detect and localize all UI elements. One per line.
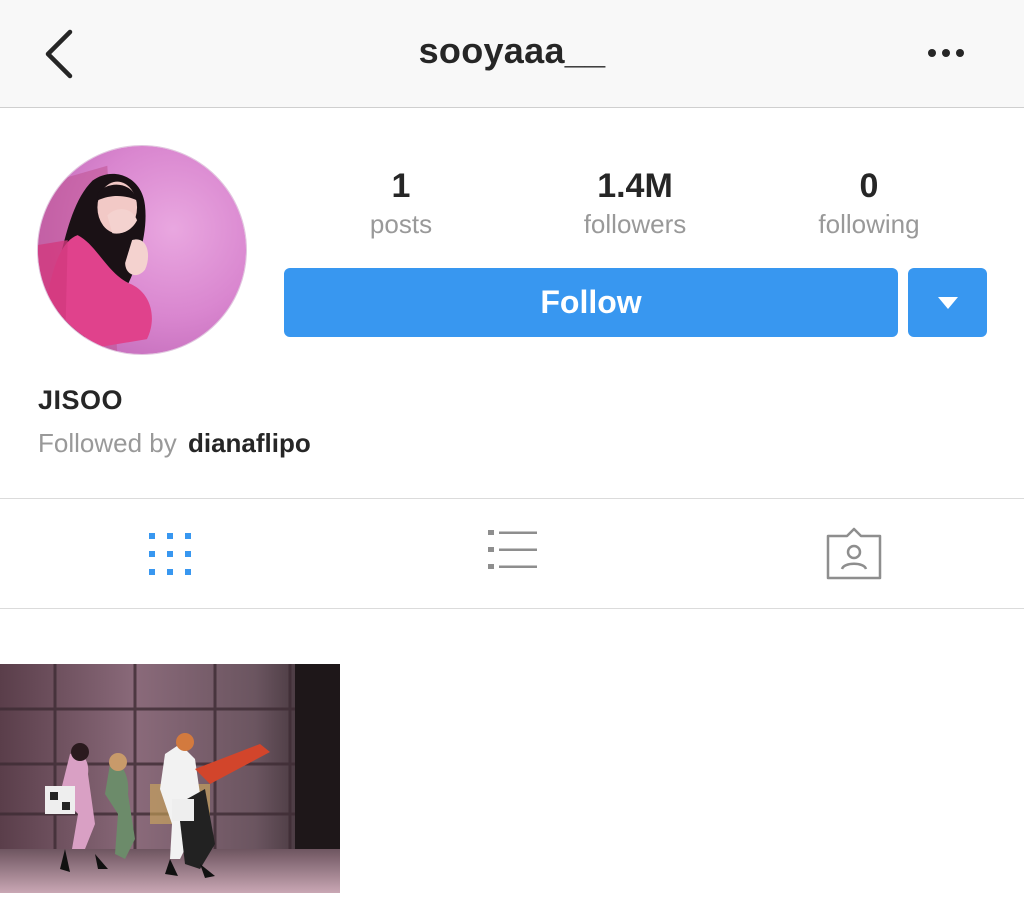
ellipsis-icon — [928, 49, 964, 57]
avatar-photo — [38, 146, 246, 354]
post-thumbnail[interactable] — [0, 664, 340, 893]
following-count-value: 0 — [859, 167, 879, 205]
followers-count[interactable]: 1.4M followers — [530, 166, 740, 242]
followers-count-label: followers — [583, 209, 687, 239]
grid-icon — [149, 533, 191, 575]
tab-tagged-photos[interactable] — [824, 524, 884, 584]
followed-by-prefix: Followed by — [38, 428, 177, 458]
back-button[interactable] — [38, 26, 88, 82]
tab-list-view[interactable] — [483, 524, 543, 584]
profile-avatar[interactable] — [37, 145, 247, 355]
posts-count: 1 posts — [296, 166, 506, 242]
tagged-icon — [826, 527, 882, 580]
divider — [0, 608, 1024, 609]
follow-button[interactable]: Follow — [284, 268, 898, 337]
profile-display-name: JISOO — [38, 385, 124, 415]
followed-by-user-link[interactable]: dianaflipo — [188, 428, 311, 458]
tab-grid-view[interactable] — [140, 524, 200, 584]
post-photo — [0, 664, 340, 893]
posts-count-value: 1 — [391, 167, 411, 205]
chevron-left-icon — [45, 29, 73, 79]
followers-count-value: 1.4M — [597, 167, 673, 205]
list-icon — [488, 530, 537, 569]
suggested-accounts-dropdown-button[interactable] — [908, 268, 987, 337]
divider — [0, 498, 1024, 499]
followed-by-text: Followed by dianaflipo — [38, 428, 311, 459]
more-options-button[interactable] — [920, 36, 972, 70]
following-count-label: following — [818, 209, 920, 239]
posts-count-label: posts — [369, 209, 433, 239]
following-count[interactable]: 0 following — [764, 166, 974, 242]
top-navigation-bar: sooyaaa__ — [0, 0, 1024, 108]
caret-down-icon — [937, 296, 958, 309]
profile-username-title: sooyaaa__ — [418, 30, 606, 71]
